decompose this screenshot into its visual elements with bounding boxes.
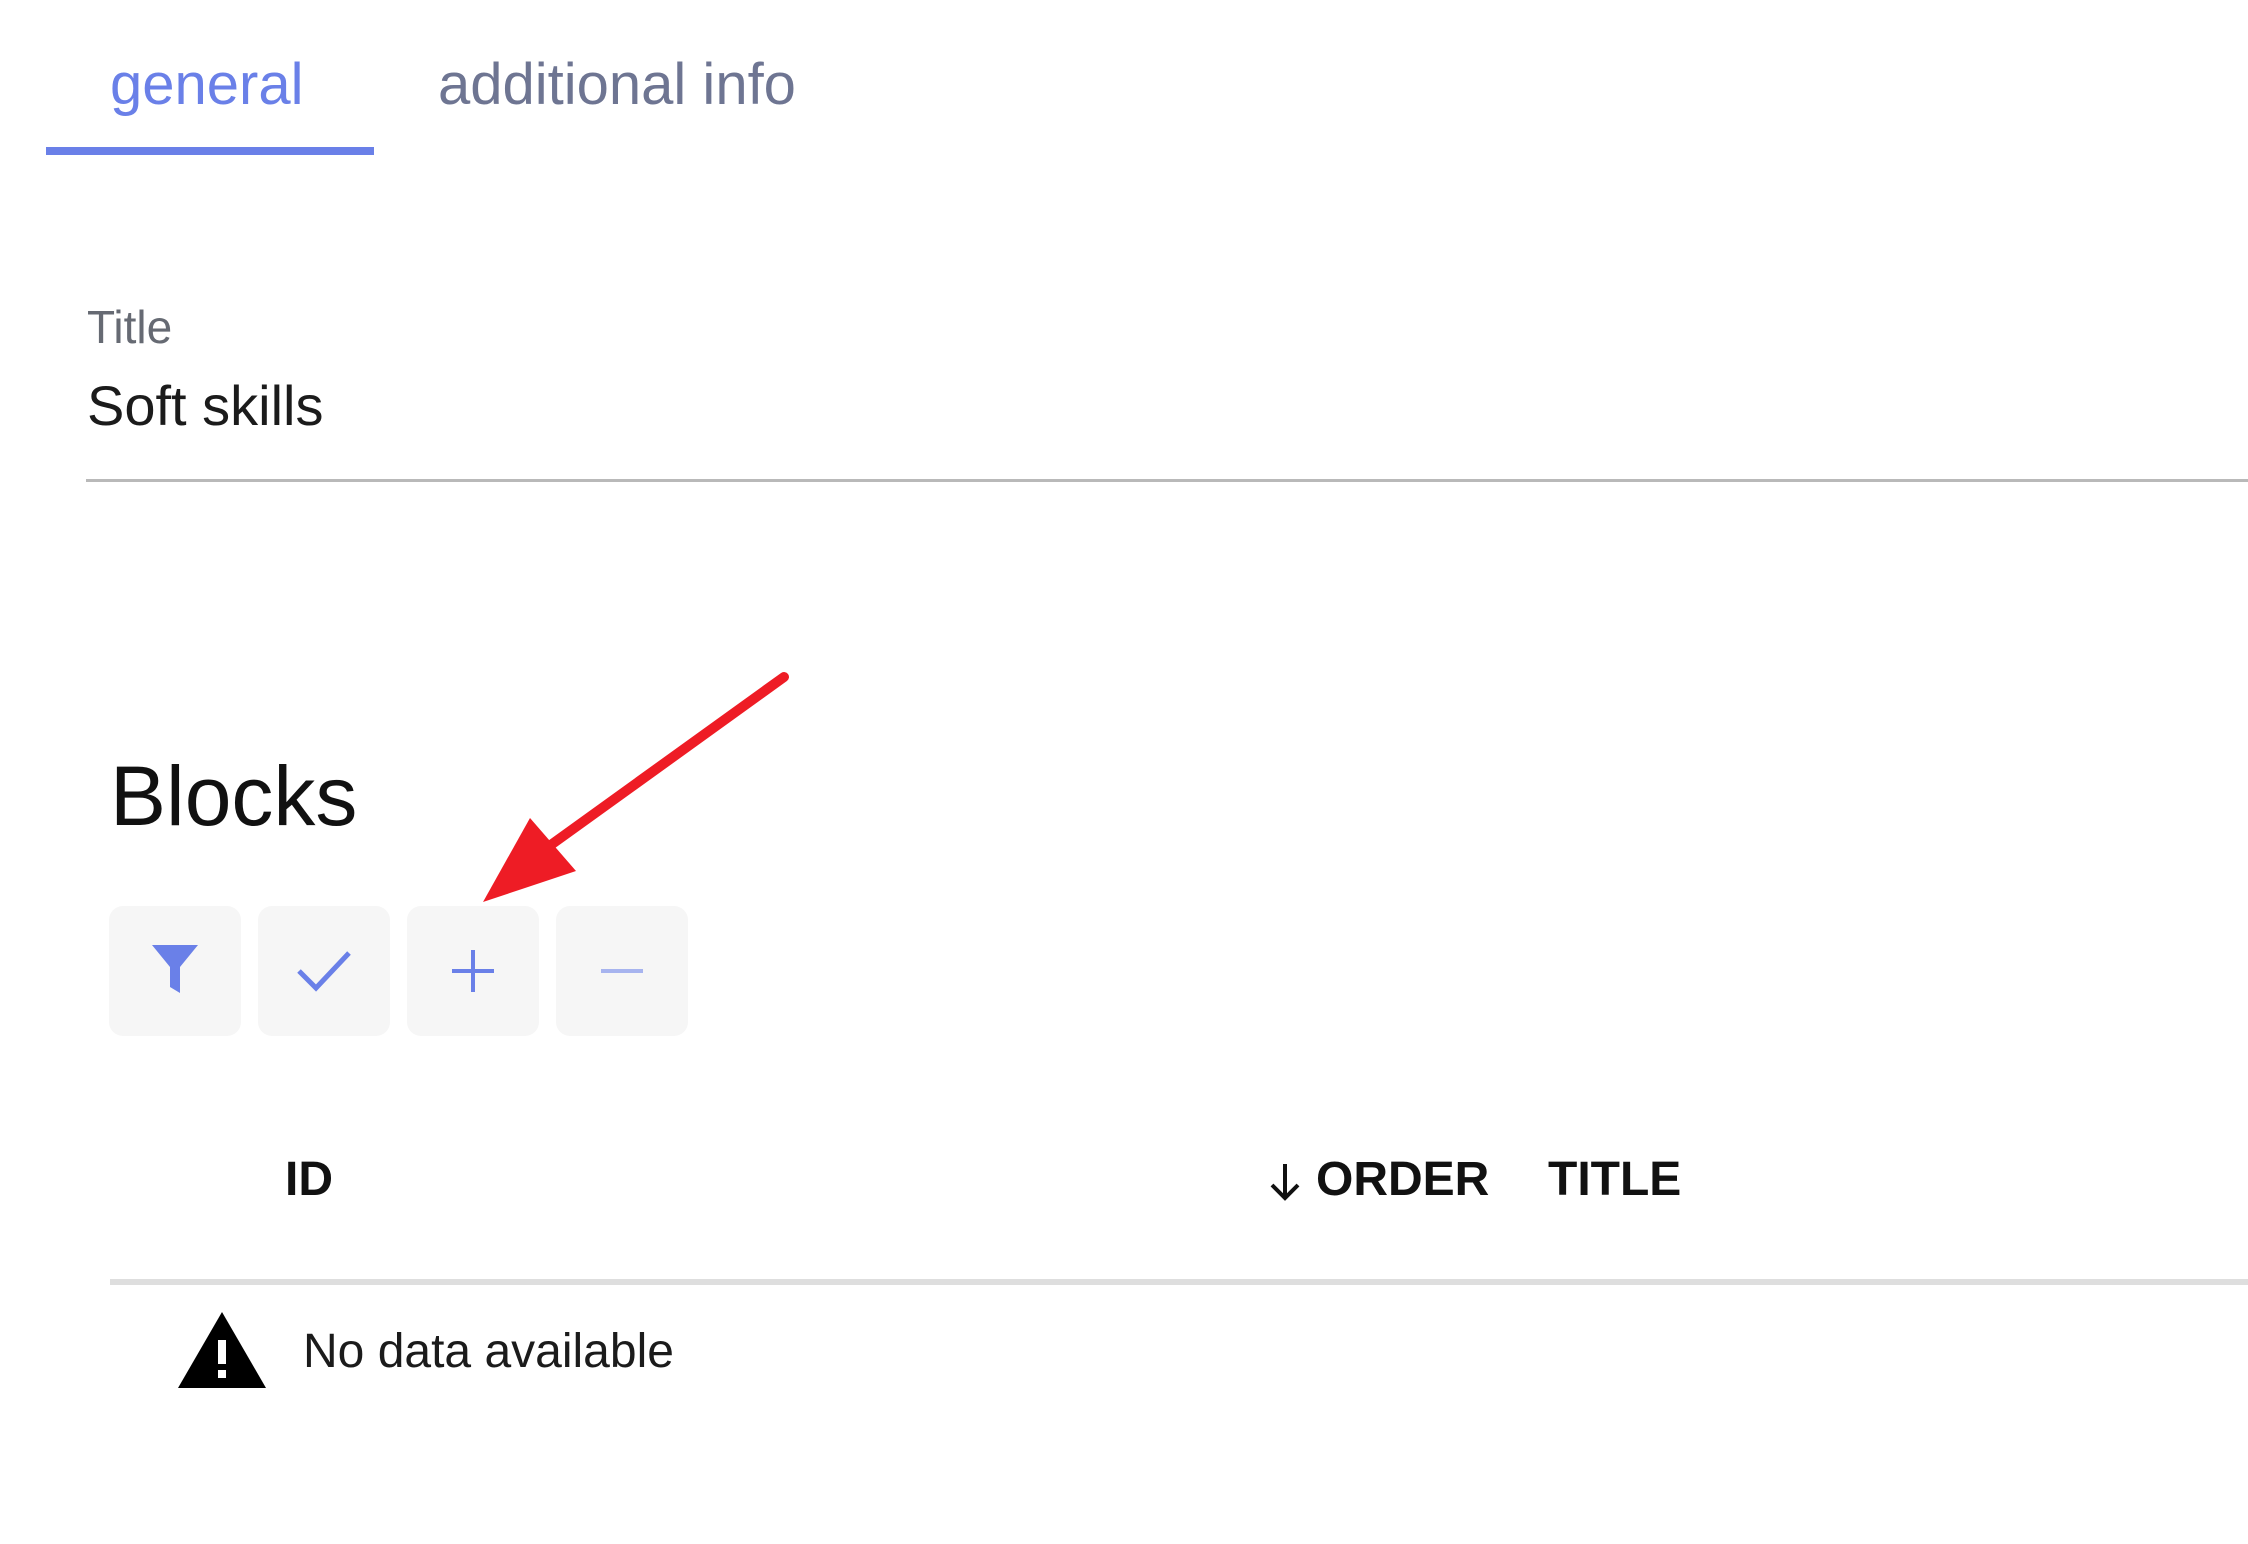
tab-general[interactable]: general [110, 50, 303, 120]
blocks-heading: Blocks [110, 749, 358, 843]
filter-button[interactable] [109, 906, 241, 1036]
empty-state-message: No data available [303, 1325, 674, 1378]
active-tab-indicator [46, 147, 374, 155]
remove-button[interactable] [556, 906, 688, 1036]
title-input[interactable] [87, 370, 2207, 440]
column-header-title[interactable]: TITLE [1548, 1150, 1681, 1210]
warning-icon [178, 1312, 266, 1388]
column-header-order[interactable]: ORDER [1264, 1150, 1489, 1210]
minus-icon [601, 969, 643, 973]
plus-icon [452, 950, 494, 992]
title-field-label: Title [87, 301, 173, 353]
arrow-down-icon [1270, 1164, 1300, 1201]
add-button[interactable] [407, 906, 539, 1036]
filter-icon [152, 945, 198, 993]
column-header-id[interactable]: ID [285, 1150, 333, 1210]
tab-additional-info[interactable]: additional info [438, 50, 796, 120]
page: general additional info Title Blocks ID [0, 0, 2248, 1544]
check-icon [297, 951, 351, 992]
select-all-button[interactable] [258, 906, 390, 1036]
title-field-underline [86, 479, 2248, 482]
column-header-order-label: ORDER [1316, 1153, 1490, 1206]
table-header-divider [110, 1279, 2248, 1285]
